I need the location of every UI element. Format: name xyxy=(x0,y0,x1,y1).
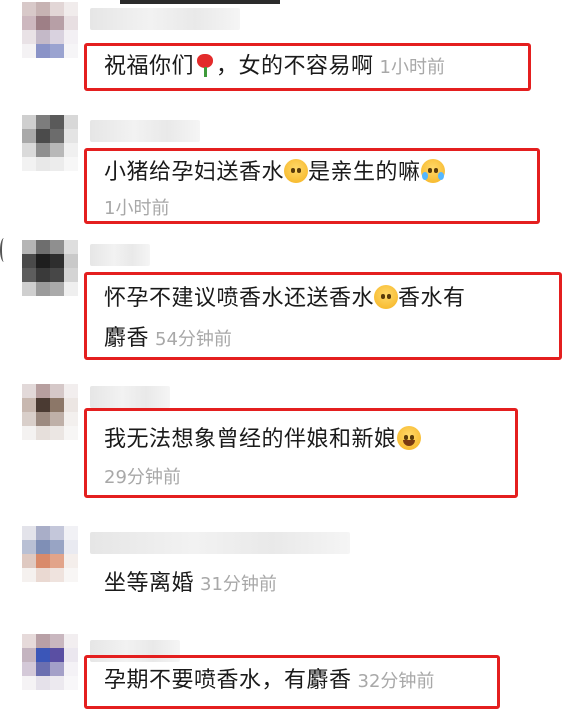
comment-text: 我无法想象曾经的伴娘和新娘 xyxy=(104,423,421,456)
comment-meta: 1小时前 xyxy=(98,191,169,225)
avatar[interactable] xyxy=(22,526,78,582)
rose-emoji xyxy=(194,53,216,77)
comment-text: 怀孕不建议喷香水还送香水 香水有 xyxy=(104,285,466,311)
comment-text-line2: 麝香 54分钟前 xyxy=(104,326,232,351)
timestamp: 1小时前 xyxy=(104,198,170,219)
timestamp: 32分钟前 xyxy=(357,671,435,692)
timestamp: 31分钟前 xyxy=(200,574,277,595)
comment-text: 孕期不要喷香水，有麝香 32分钟前 xyxy=(104,668,435,693)
timestamp: 29分钟前 xyxy=(104,467,181,488)
avatar[interactable] xyxy=(22,240,78,296)
comment-text: 小猪给孕妇送香水 是亲生的嘛 xyxy=(104,156,534,189)
username[interactable] xyxy=(90,8,240,30)
username[interactable] xyxy=(90,120,200,142)
thinking-face-emoji xyxy=(284,159,309,183)
comment-text: 祝福你们 ，女的不容易啊 1小时前 xyxy=(104,53,445,79)
username[interactable] xyxy=(90,386,170,408)
edge-mark xyxy=(0,238,8,262)
timestamp: 54分钟前 xyxy=(155,329,232,350)
comment-text: 坐等离婚 31分钟前 xyxy=(104,571,277,596)
username[interactable] xyxy=(90,532,350,554)
top-divider xyxy=(120,0,280,4)
timestamp: 1小时前 xyxy=(379,57,445,78)
avatar[interactable] xyxy=(22,634,78,690)
avatar[interactable] xyxy=(22,115,78,171)
avatar[interactable] xyxy=(22,2,78,58)
crying-face-emoji xyxy=(420,159,445,183)
username[interactable] xyxy=(90,244,150,266)
laughing-face-emoji xyxy=(396,426,421,450)
thinking-face-emoji xyxy=(374,285,399,309)
avatar[interactable] xyxy=(22,384,78,440)
comment-meta: 29分钟前 xyxy=(98,460,181,494)
